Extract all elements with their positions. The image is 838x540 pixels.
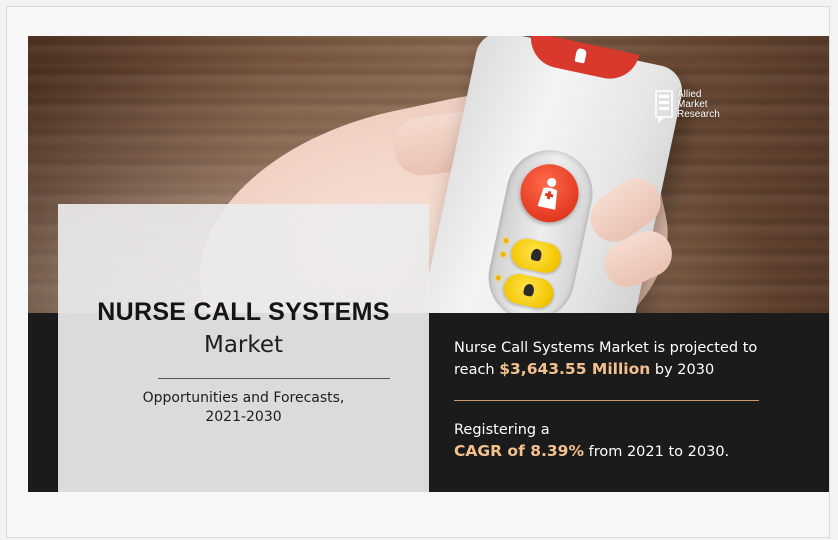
forecast-period: Opportunities and Forecasts, 2021-2030	[58, 389, 429, 427]
projection-value-line: reach $3,643.55 Million by 2030	[454, 359, 794, 381]
cagr-period: from 2021 to 2030.	[584, 444, 730, 460]
remote-button-panel	[480, 142, 601, 329]
bell-icon	[522, 283, 536, 297]
info-divider	[454, 400, 759, 401]
forecast-years: 2021-2030	[205, 409, 282, 425]
allied-market-research-logo: Allied Market Research	[655, 86, 745, 132]
projection-prefix: reach	[454, 362, 500, 378]
title-card: NURSE CALL SYSTEMS Market Opportunities …	[58, 204, 429, 492]
projection-text: Nurse Call Systems Market is projected t…	[454, 340, 758, 356]
market-value-highlight: $3,643.55 Million	[499, 360, 651, 378]
report-subtitle: Market	[203, 332, 284, 358]
market-banner-image: Allied Market Research NURSE CALL SYSTEM…	[28, 36, 829, 492]
cagr-value-line: CAGR of 8.39% from 2021 to 2030.	[454, 441, 794, 463]
forecast-line: Opportunities and Forecasts,	[142, 390, 345, 406]
logo-text: Allied Market Research	[677, 90, 720, 120]
market-size-statement: Nurse Call Systems Market is projected t…	[454, 338, 794, 381]
nurse-call-button	[515, 158, 584, 228]
nurse-small-icon	[574, 47, 588, 64]
logo-mark-icon	[655, 90, 673, 124]
status-led-icon	[503, 237, 510, 244]
divider	[158, 378, 390, 379]
cagr-highlight: CAGR of 8.39%	[454, 442, 584, 460]
cagr-intro: Registering a	[454, 422, 550, 438]
bell-icon	[530, 247, 543, 262]
projection-suffix: by 2030	[650, 362, 715, 378]
yellow-button-2	[501, 271, 557, 311]
yellow-button-1	[508, 235, 564, 276]
page-frame: Allied Market Research NURSE CALL SYSTEM…	[6, 6, 830, 538]
nurse-figure-icon	[537, 177, 558, 210]
logo-line: Research	[677, 109, 720, 120]
status-led-icon	[495, 274, 502, 281]
cagr-statement: Registering a CAGR of 8.39% from 2021 to…	[454, 420, 794, 463]
status-led-icon	[500, 251, 507, 258]
report-title: NURSE CALL SYSTEMS	[97, 298, 390, 326]
